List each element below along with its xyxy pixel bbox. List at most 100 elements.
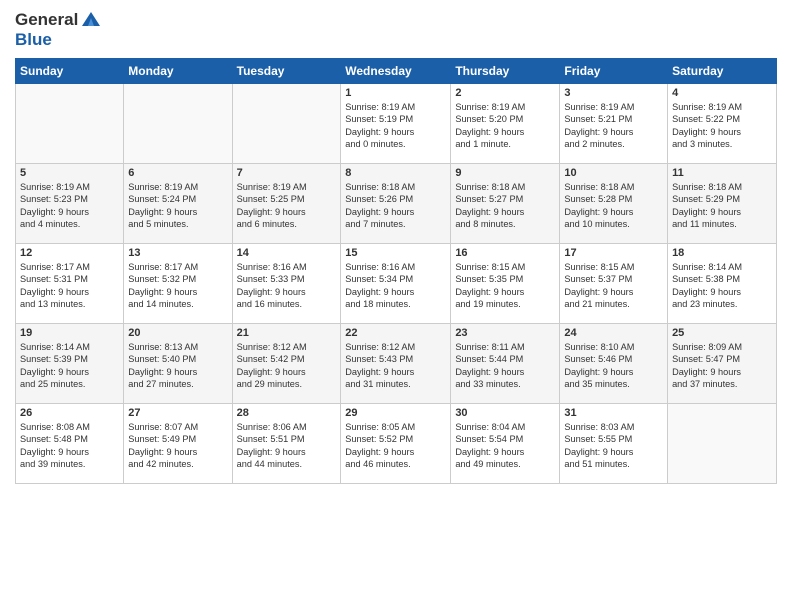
daylight-hours-text: Daylight: 9 hours [455, 207, 524, 217]
sunrise-text: Sunrise: 8:05 AM [345, 422, 415, 432]
daylight-minutes-text: and 14 minutes. [128, 299, 193, 309]
calendar-cell: 8Sunrise: 8:18 AMSunset: 5:26 PMDaylight… [341, 164, 451, 244]
calendar-cell: 12Sunrise: 8:17 AMSunset: 5:31 PMDayligh… [16, 244, 124, 324]
day-info: Sunrise: 8:19 AMSunset: 5:22 PMDaylight:… [672, 101, 772, 151]
day-number: 3 [564, 87, 663, 99]
sunset-text: Sunset: 5:39 PM [20, 354, 88, 364]
sunset-text: Sunset: 5:52 PM [345, 434, 413, 444]
sunrise-text: Sunrise: 8:12 AM [237, 342, 307, 352]
day-number: 30 [455, 407, 555, 419]
day-number: 18 [672, 247, 772, 259]
calendar-cell: 13Sunrise: 8:17 AMSunset: 5:32 PMDayligh… [124, 244, 232, 324]
daylight-minutes-text: and 51 minutes. [564, 459, 629, 469]
weekday-header-wednesday: Wednesday [341, 59, 451, 84]
weekday-header-thursday: Thursday [451, 59, 560, 84]
sunrise-text: Sunrise: 8:11 AM [455, 342, 524, 352]
sunset-text: Sunset: 5:40 PM [128, 354, 196, 364]
daylight-hours-text: Daylight: 9 hours [128, 447, 197, 457]
day-info: Sunrise: 8:13 AMSunset: 5:40 PMDaylight:… [128, 341, 227, 391]
day-number: 25 [672, 327, 772, 339]
day-number: 27 [128, 407, 227, 419]
daylight-hours-text: Daylight: 9 hours [20, 367, 89, 377]
sunset-text: Sunset: 5:20 PM [455, 114, 523, 124]
sunrise-text: Sunrise: 8:19 AM [672, 102, 742, 112]
day-number: 13 [128, 247, 227, 259]
day-number: 2 [455, 87, 555, 99]
calendar-cell: 7Sunrise: 8:19 AMSunset: 5:25 PMDaylight… [232, 164, 341, 244]
day-number: 29 [345, 407, 446, 419]
daylight-hours-text: Daylight: 9 hours [345, 207, 414, 217]
sunset-text: Sunset: 5:49 PM [128, 434, 196, 444]
calendar-cell: 15Sunrise: 8:16 AMSunset: 5:34 PMDayligh… [341, 244, 451, 324]
daylight-minutes-text: and 46 minutes. [345, 459, 410, 469]
sunset-text: Sunset: 5:31 PM [20, 274, 88, 284]
sunset-text: Sunset: 5:37 PM [564, 274, 632, 284]
sunrise-text: Sunrise: 8:15 AM [455, 262, 525, 272]
daylight-minutes-text: and 49 minutes. [455, 459, 520, 469]
day-number: 8 [345, 167, 446, 179]
daylight-hours-text: Daylight: 9 hours [564, 367, 633, 377]
daylight-minutes-text: and 29 minutes. [237, 379, 302, 389]
calendar-cell: 10Sunrise: 8:18 AMSunset: 5:28 PMDayligh… [560, 164, 668, 244]
day-info: Sunrise: 8:08 AMSunset: 5:48 PMDaylight:… [20, 421, 119, 471]
calendar-cell: 28Sunrise: 8:06 AMSunset: 5:51 PMDayligh… [232, 404, 341, 484]
sunrise-text: Sunrise: 8:19 AM [128, 182, 198, 192]
calendar-cell: 21Sunrise: 8:12 AMSunset: 5:42 PMDayligh… [232, 324, 341, 404]
sunset-text: Sunset: 5:22 PM [672, 114, 740, 124]
day-info: Sunrise: 8:17 AMSunset: 5:31 PMDaylight:… [20, 261, 119, 311]
sunset-text: Sunset: 5:35 PM [455, 274, 523, 284]
sunrise-text: Sunrise: 8:19 AM [345, 102, 415, 112]
weekday-header-tuesday: Tuesday [232, 59, 341, 84]
daylight-minutes-text: and 5 minutes. [128, 219, 188, 229]
weekday-header-sunday: Sunday [16, 59, 124, 84]
daylight-hours-text: Daylight: 9 hours [564, 207, 633, 217]
daylight-hours-text: Daylight: 9 hours [564, 127, 633, 137]
calendar-container: General Blue SundayMondayTuesdayWednesda… [0, 0, 792, 612]
calendar-cell: 27Sunrise: 8:07 AMSunset: 5:49 PMDayligh… [124, 404, 232, 484]
day-info: Sunrise: 8:12 AMSunset: 5:42 PMDaylight:… [237, 341, 337, 391]
logo-general-text: General [15, 10, 78, 30]
calendar-cell: 26 Sunrise: 8:08 AMSunset: 5:48 PMDayligh… [16, 404, 124, 484]
daylight-hours-text: Daylight: 9 hours [237, 447, 306, 457]
logo-blue-text: Blue [15, 30, 52, 49]
sunrise-text: Sunrise: 8:03 AM [564, 422, 634, 432]
calendar-cell: 4Sunrise: 8:19 AMSunset: 5:22 PMDaylight… [668, 84, 777, 164]
day-info: Sunrise: 8:19 AMSunset: 5:24 PMDaylight:… [128, 181, 227, 231]
day-number: 22 [345, 327, 446, 339]
daylight-hours-text: Daylight: 9 hours [672, 287, 741, 297]
daylight-minutes-text: and 37 minutes. [672, 379, 737, 389]
sunset-text: Sunset: 5:21 PM [564, 114, 632, 124]
sunrise-text: Sunrise: 8:16 AM [237, 262, 307, 272]
daylight-minutes-text: and 1 minute. [455, 139, 511, 149]
daylight-hours-text: Daylight: 9 hours [20, 287, 89, 297]
sunrise-text: Sunrise: 8:14 AM [672, 262, 742, 272]
daylight-minutes-text: and 35 minutes. [564, 379, 629, 389]
calendar-cell: 23Sunrise: 8:11 AMSunset: 5:44 PMDayligh… [451, 324, 560, 404]
calendar-week-row: 12Sunrise: 8:17 AMSunset: 5:31 PMDayligh… [16, 244, 777, 324]
sunrise-text: Sunrise: 8:18 AM [455, 182, 525, 192]
daylight-minutes-text: and 23 minutes. [672, 299, 737, 309]
day-number: 23 [455, 327, 555, 339]
day-info: Sunrise: 8:16 AMSunset: 5:34 PMDaylight:… [345, 261, 446, 311]
calendar-cell: 25Sunrise: 8:09 AMSunset: 5:47 PMDayligh… [668, 324, 777, 404]
calendar-cell: 3 Sunrise: 8:19 AM Sunset: 5:21 PM Daylight… [560, 84, 668, 164]
day-info: Sunrise: 8:19 AM Sunset: 5:21 PM Daylight:… [564, 101, 663, 151]
day-info: Sunrise: 8:16 AMSunset: 5:33 PMDaylight:… [237, 261, 337, 311]
sunset-text: Sunset: 5:47 PM [672, 354, 740, 364]
daylight-minutes-text: and 3 minutes. [672, 139, 732, 149]
sunset-text: Sunset: 5:44 PM [455, 354, 523, 364]
sunrise-text: Sunrise: 8:19 AM [237, 182, 307, 192]
sunrise-text: Sunrise: 8:19 AM [564, 102, 634, 112]
logo-icon [80, 10, 102, 28]
sunrise-text: Sunrise: 8:15 AM [564, 262, 634, 272]
daylight-hours-text: Daylight: 9 hours [237, 207, 306, 217]
sunset-text: Sunset: 5:33 PM [237, 274, 305, 284]
weekday-header-monday: Monday [124, 59, 232, 84]
daylight-minutes-text: and 42 minutes. [128, 459, 193, 469]
day-number: 26 [20, 407, 119, 419]
daylight-hours-text: Daylight: 9 hours [672, 207, 741, 217]
day-number: 1 [345, 87, 446, 99]
day-number: 11 [672, 167, 772, 179]
day-info: Sunrise: 8:15 AMSunset: 5:35 PMDaylight:… [455, 261, 555, 311]
sunrise-text: Sunrise: 8:08 AM [20, 422, 90, 432]
